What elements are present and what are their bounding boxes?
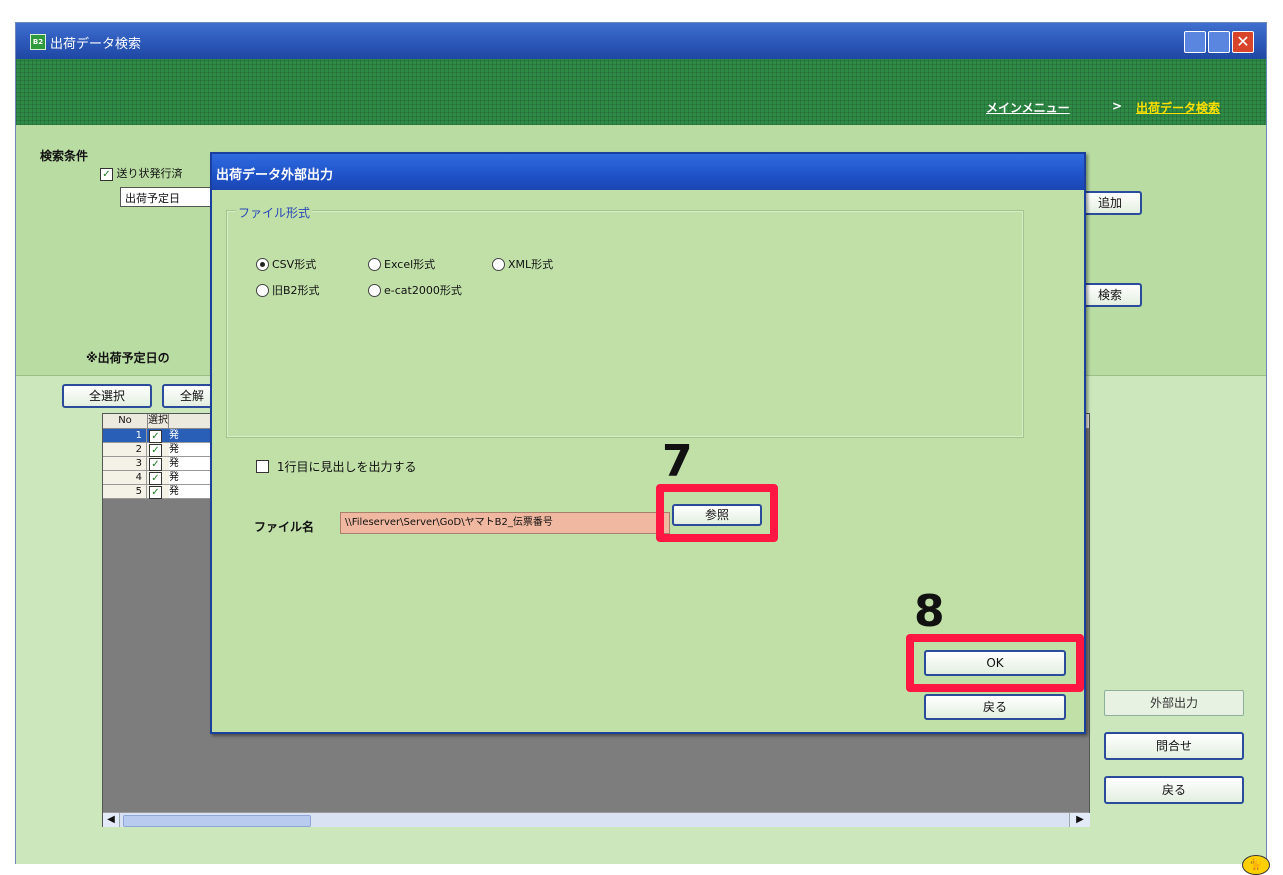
header-row-checkbox[interactable]: ✓ (256, 460, 269, 473)
title-bar[interactable]: B2 出荷データ検索 ✕ (16, 23, 1266, 59)
breadcrumb-main-menu-link[interactable]: メインメニュー (986, 99, 1070, 116)
header-row-checkbox-row[interactable]: ✓ 1行目に見出しを出力する (256, 458, 416, 475)
row-no: 1 (103, 429, 147, 442)
format-option-excel[interactable]: Excel形式 (368, 256, 435, 272)
file-name-input[interactable]: \\Fileserver\Server\GoD\ヤマトB2_伝票番号 (340, 512, 670, 534)
inquiry-button[interactable]: 問合せ (1104, 732, 1244, 760)
format-option-old-b2[interactable]: 旧B2形式 (256, 282, 320, 298)
row-checkbox[interactable]: ✓ (149, 486, 162, 499)
back-button[interactable]: 戻る (1104, 776, 1244, 804)
row-no: 5 (103, 485, 147, 498)
table-row[interactable]: 4 ✓ 発 (103, 471, 223, 485)
row-checkbox[interactable]: ✓ (149, 458, 162, 471)
table-row[interactable]: 5 ✓ 発 (103, 485, 223, 499)
inquiry-label: 問合せ (1155, 739, 1192, 753)
row-no: 4 (103, 471, 147, 484)
select-all-button[interactable]: 全選択 (62, 384, 152, 408)
format-option-csv[interactable]: CSV形式 (256, 256, 316, 272)
column-header-select[interactable]: 選択 (148, 414, 169, 428)
close-icon: ✕ (1236, 32, 1250, 51)
file-format-label: ファイル形式 (236, 204, 313, 221)
issued-checkbox-label: 送り状発行済 (116, 167, 183, 180)
row-no: 3 (103, 457, 147, 470)
row-checkbox[interactable]: ✓ (149, 430, 162, 443)
row-no: 2 (103, 443, 147, 456)
radio-icon[interactable] (256, 283, 269, 297)
step-8-highlight (906, 634, 1084, 692)
scroll-right-icon[interactable]: ▶ (1069, 813, 1090, 827)
format-label-old-b2: 旧B2形式 (272, 284, 320, 297)
table-row[interactable]: 2 ✓ 発 (103, 443, 223, 457)
radio-icon[interactable] (368, 283, 381, 297)
yamato-logo-icon: 🐈 (1242, 855, 1270, 875)
close-button[interactable]: ✕ (1232, 31, 1254, 53)
app-icon: B2 (30, 34, 46, 50)
file-format-group (226, 210, 1024, 438)
search-button[interactable]: 検索 (1078, 283, 1142, 307)
radio-icon[interactable] (256, 257, 269, 271)
issued-checkbox-row[interactable]: ✓ 送り状発行済 (100, 165, 183, 181)
export-label: 外部出力 (1149, 696, 1198, 710)
dialog-title: 出荷データ外部出力 (216, 168, 334, 183)
maximize-button[interactable] (1208, 31, 1230, 53)
issued-checkbox[interactable]: ✓ (100, 167, 113, 181)
add-button-label: 追加 (1097, 196, 1122, 210)
back-label: 戻る (1161, 783, 1186, 797)
file-name-label: ファイル名 (254, 520, 315, 534)
deselect-all-label: 全解 (179, 389, 204, 403)
dialog-back-label: 戻る (982, 700, 1007, 714)
radio-icon[interactable] (492, 257, 505, 271)
radio-icon[interactable] (368, 257, 381, 271)
table-row[interactable]: 1 ✓ 発 (103, 429, 223, 443)
date-type-select[interactable]: 出荷予定日 (120, 187, 216, 207)
step-7-number: 7 (662, 436, 693, 487)
date-note: ※出荷予定日の (86, 351, 170, 365)
format-option-xml[interactable]: XML形式 (492, 256, 553, 272)
dialog-title-bar[interactable]: 出荷データ外部出力 (212, 154, 1084, 190)
format-label-xml: XML形式 (508, 258, 554, 271)
add-button[interactable]: 追加 (1078, 191, 1142, 215)
format-option-ecat2000[interactable]: e-cat2000形式 (368, 282, 462, 298)
format-label-excel: Excel形式 (384, 258, 436, 271)
search-conditions-label: 検索条件 (40, 149, 89, 163)
minimize-button[interactable] (1184, 31, 1206, 53)
header-row-checkbox-label: 1行目に見出しを出力する (276, 460, 417, 474)
search-button-label: 検索 (1097, 288, 1122, 302)
dialog-back-button[interactable]: 戻る (924, 694, 1066, 720)
select-all-label: 全選択 (88, 389, 125, 403)
window-title: 出荷データ検索 (50, 37, 142, 52)
header-banner (16, 59, 1266, 125)
export-button[interactable]: 外部出力 (1104, 690, 1244, 716)
table-row[interactable]: 3 ✓ 発 (103, 457, 223, 471)
breadcrumb-current[interactable]: 出荷データ検索 (1136, 99, 1220, 116)
column-header-no[interactable]: No (103, 414, 148, 428)
format-label-ecat2000: e-cat2000形式 (384, 284, 462, 297)
scroll-thumb[interactable] (123, 815, 311, 827)
row-checkbox[interactable]: ✓ (149, 472, 162, 485)
horizontal-scrollbar[interactable]: ◀ ▶ (103, 812, 1090, 827)
scroll-left-icon[interactable]: ◀ (103, 813, 120, 827)
breadcrumb-separator: > (1112, 99, 1123, 113)
format-label-csv: CSV形式 (272, 258, 317, 271)
row-checkbox[interactable]: ✓ (149, 444, 162, 457)
step-7-highlight (656, 484, 778, 542)
step-8-number: 8 (914, 586, 945, 637)
